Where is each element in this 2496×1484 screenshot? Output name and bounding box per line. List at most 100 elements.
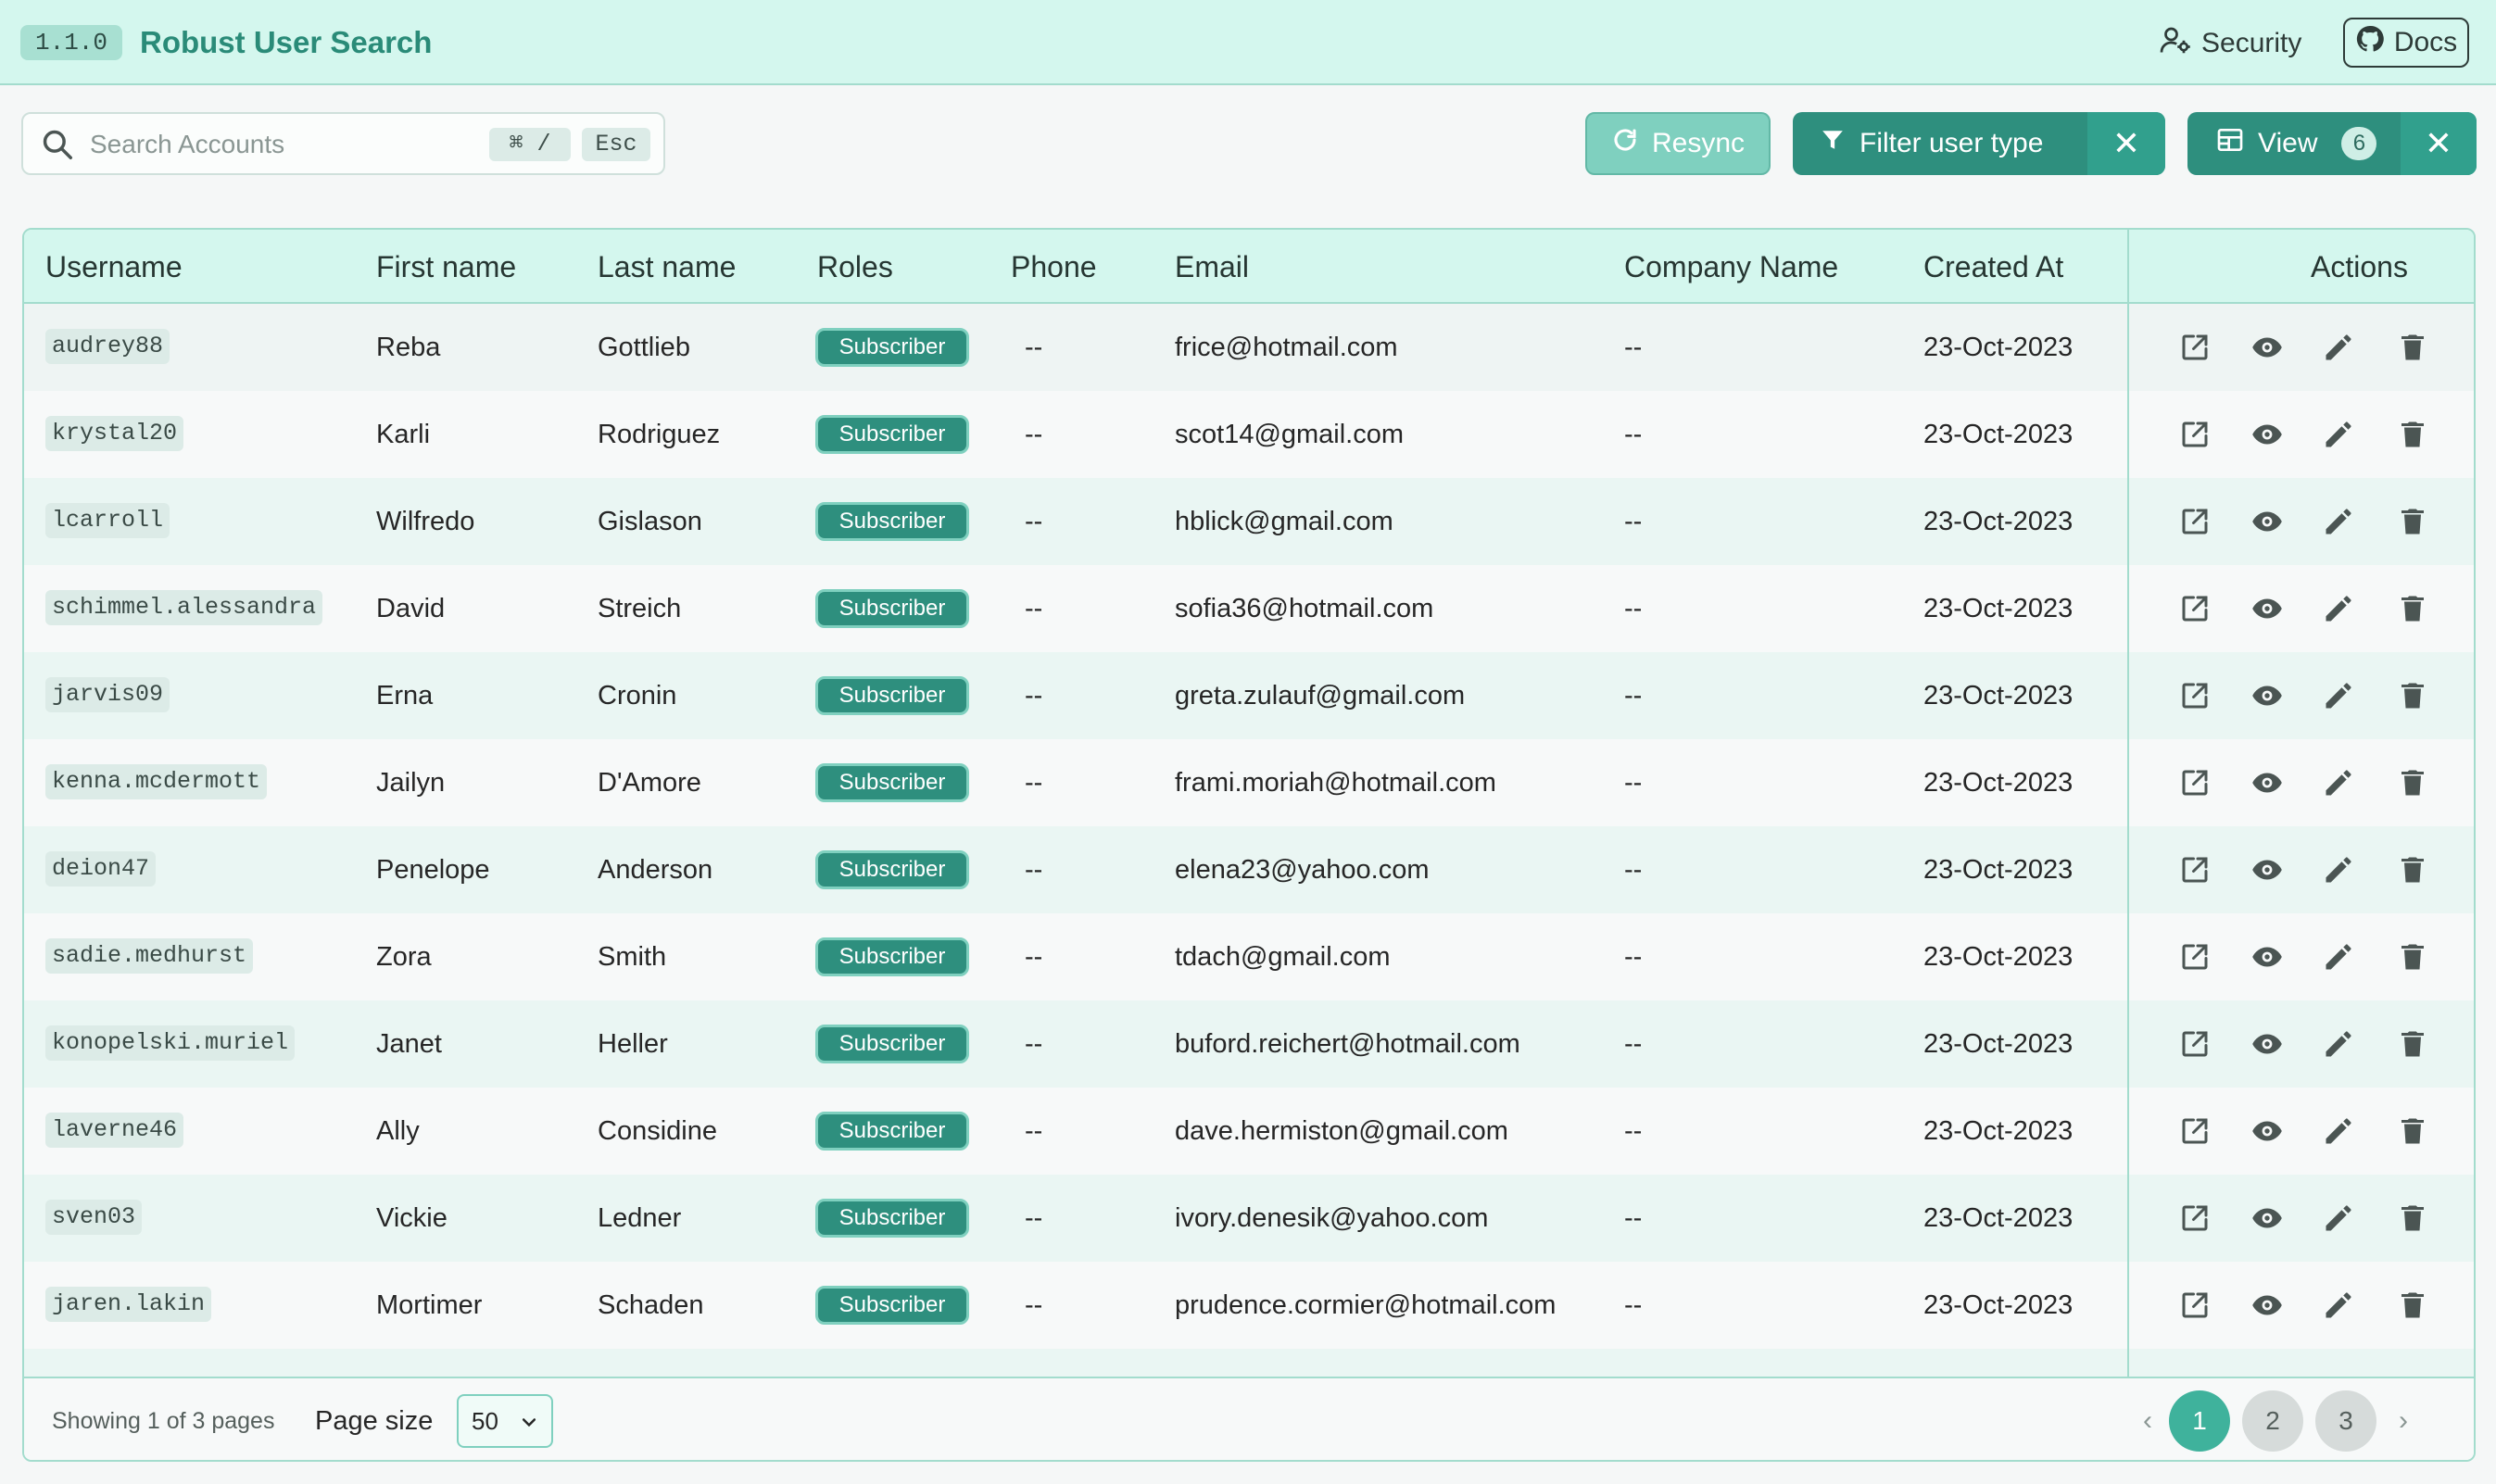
eye-icon[interactable]	[2250, 679, 2284, 712]
view-main[interactable]: View 6	[2187, 112, 2401, 175]
table-row[interactable]: lcarroll Wilfredo Gislason Subscriber -- hbli…	[24, 478, 2127, 565]
open-external-icon[interactable]	[2178, 1027, 2212, 1061]
eye-icon[interactable]	[2250, 1289, 2284, 1322]
pencil-icon[interactable]	[2322, 592, 2355, 625]
table-row[interactable]: krystal20 Karli Rodriguez Subscriber -- scot1…	[24, 391, 2127, 478]
company-cell: --	[1624, 594, 1643, 623]
page-button-2[interactable]: 2	[2242, 1390, 2303, 1452]
eye-icon[interactable]	[2250, 505, 2284, 538]
trash-icon[interactable]	[2396, 331, 2429, 364]
trash-icon[interactable]	[2396, 592, 2429, 625]
username-cell: sven03	[45, 1200, 143, 1235]
table-row[interactable]: deion47 Penelope Anderson Subscriber -- elena…	[24, 826, 2127, 913]
open-external-icon[interactable]	[2178, 592, 2212, 625]
eye-icon[interactable]	[2250, 1027, 2284, 1061]
column-header-username[interactable]: Username	[45, 230, 183, 304]
trash-icon[interactable]	[2396, 1027, 2429, 1061]
pencil-icon[interactable]	[2322, 940, 2355, 974]
trash-icon[interactable]	[2396, 1201, 2429, 1235]
email-cell: buford.reichert@hotmail.com	[1175, 1029, 1520, 1059]
trash-icon[interactable]	[2396, 766, 2429, 799]
eye-icon[interactable]	[2250, 766, 2284, 799]
table-row[interactable]: konopelski.muriel Janet Heller Subscriber --…	[24, 1000, 2127, 1088]
pencil-icon[interactable]	[2322, 853, 2355, 887]
column-header-company-name[interactable]: Company Name	[1624, 230, 1838, 304]
prev-page-button[interactable]: ‹	[2129, 1401, 2166, 1441]
open-external-icon[interactable]	[2178, 679, 2212, 712]
column-header-roles[interactable]: Roles	[817, 230, 893, 304]
table-row[interactable]: schimmel.alessandra David Streich Subscribe…	[24, 565, 2127, 652]
open-external-icon[interactable]	[2178, 766, 2212, 799]
trash-icon[interactable]	[2396, 679, 2429, 712]
eye-icon[interactable]	[2250, 1114, 2284, 1148]
eye-icon[interactable]	[2250, 418, 2284, 451]
last-name-cell: Ledner	[598, 1203, 682, 1233]
pencil-icon[interactable]	[2322, 679, 2355, 712]
table-row[interactable]: jaren.lakin Mortimer Schaden Subscriber -- pr…	[24, 1262, 2127, 1349]
clear-filter-button[interactable]: ✕	[2087, 112, 2165, 175]
pencil-icon[interactable]	[2322, 1201, 2355, 1235]
pencil-icon[interactable]	[2322, 418, 2355, 451]
trash-icon[interactable]	[2396, 940, 2429, 974]
open-external-icon[interactable]	[2178, 1201, 2212, 1235]
table-row[interactable]: kenna.mcdermott Jailyn D'Amore Subscriber --…	[24, 739, 2127, 826]
column-header-email[interactable]: Email	[1175, 230, 1249, 304]
table-row[interactable]: jarvis09 Erna Cronin Subscriber -- greta.zula…	[24, 652, 2127, 739]
open-external-icon[interactable]	[2178, 505, 2212, 538]
username-cell: krystal20	[45, 416, 184, 451]
table-row[interactable]: audrey88 Reba Gottlieb Subscriber -- frice@ho…	[24, 304, 2127, 391]
pencil-icon[interactable]	[2322, 331, 2355, 364]
eye-icon[interactable]	[2250, 1201, 2284, 1235]
open-external-icon[interactable]	[2178, 1114, 2212, 1148]
search-input[interactable]	[90, 123, 488, 166]
open-external-icon[interactable]	[2178, 853, 2212, 887]
page-size-select[interactable]: 50	[457, 1394, 553, 1448]
page-button-1[interactable]: 1	[2169, 1390, 2230, 1452]
view-label: View	[2258, 128, 2318, 158]
users-table: Username First name Last name Roles Phon…	[22, 228, 2476, 1462]
pencil-icon[interactable]	[2322, 1027, 2355, 1061]
username-cell: jarvis09	[45, 677, 170, 712]
filter-user-type-button[interactable]: Filter user type ✕	[1793, 112, 2165, 175]
last-name-cell: Smith	[598, 942, 667, 972]
resync-button[interactable]: Resync	[1585, 112, 1771, 175]
column-header-first-name[interactable]: First name	[376, 230, 516, 304]
eye-icon[interactable]	[2250, 592, 2284, 625]
open-external-icon[interactable]	[2178, 940, 2212, 974]
row-actions	[2129, 1000, 2474, 1088]
trash-icon[interactable]	[2396, 505, 2429, 538]
filter-main[interactable]: Filter user type	[1793, 112, 2087, 175]
pencil-icon[interactable]	[2322, 505, 2355, 538]
pencil-icon[interactable]	[2322, 766, 2355, 799]
column-header-phone[interactable]: Phone	[1011, 230, 1097, 304]
table-row[interactable]: laverne46 Ally Considine Subscriber -- dave.h…	[24, 1088, 2127, 1175]
trash-icon[interactable]	[2396, 1114, 2429, 1148]
company-cell: --	[1624, 768, 1643, 798]
table-row[interactable]: sadie.medhurst Zora Smith Subscriber -- tdach…	[24, 913, 2127, 1000]
page-button-3[interactable]: 3	[2315, 1390, 2376, 1452]
column-header-created-at[interactable]: Created At	[1923, 230, 2063, 304]
phone-cell: --	[1025, 333, 1043, 362]
eye-icon[interactable]	[2250, 331, 2284, 364]
view-button[interactable]: View 6 ✕	[2187, 112, 2477, 175]
open-external-icon[interactable]	[2178, 418, 2212, 451]
trash-icon[interactable]	[2396, 418, 2429, 451]
last-name-cell: Heller	[598, 1029, 668, 1059]
table-row[interactable]: sven03 Vickie Ledner Subscriber -- ivory.dene…	[24, 1175, 2127, 1262]
table-row[interactable]	[24, 1349, 2127, 1377]
trash-icon[interactable]	[2396, 1289, 2429, 1322]
created-at-cell: 23-Oct-2023	[1923, 1290, 2074, 1320]
eye-icon[interactable]	[2250, 940, 2284, 974]
first-name-cell: Vickie	[376, 1203, 448, 1233]
trash-icon[interactable]	[2396, 853, 2429, 887]
open-external-icon[interactable]	[2178, 331, 2212, 364]
column-header-last-name[interactable]: Last name	[598, 230, 736, 304]
security-link[interactable]: Security	[2159, 22, 2301, 65]
pencil-icon[interactable]	[2322, 1114, 2355, 1148]
docs-button[interactable]: Docs	[2343, 18, 2469, 68]
open-external-icon[interactable]	[2178, 1289, 2212, 1322]
pencil-icon[interactable]	[2322, 1289, 2355, 1322]
eye-icon[interactable]	[2250, 853, 2284, 887]
clear-view-button[interactable]: ✕	[2401, 112, 2477, 175]
next-page-button[interactable]: ›	[2385, 1401, 2422, 1441]
